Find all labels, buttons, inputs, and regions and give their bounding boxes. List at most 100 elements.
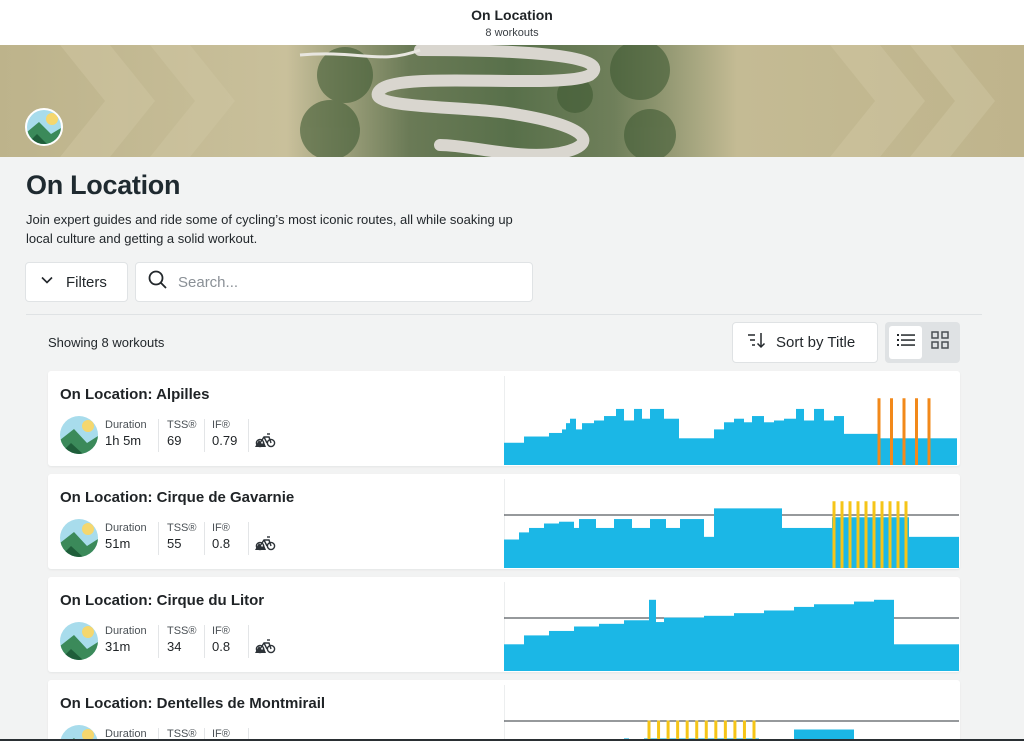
hero-banner [0,45,1024,157]
profile-bar [524,635,549,671]
profile-bar [562,429,566,465]
tss-stat: TSS® 34 [167,625,197,654]
profile-bar [656,622,664,671]
header-title: On Location [471,7,553,23]
workout-card[interactable]: On Location: Alpilles Duration 1h 5m TSS… [48,371,960,466]
profile-bar [549,432,562,465]
profile-bar [582,423,594,465]
profile-bar [924,644,959,671]
tss-value: 55 [167,536,182,551]
workout-profile-graph [504,501,959,568]
tss-label: TSS® [167,625,197,637]
stat-divider [158,522,159,555]
list-view-button[interactable] [889,326,922,359]
duration-stat: Duration 51m [105,522,147,551]
sort-button[interactable]: Sort by Title [732,322,878,363]
page-title: On Location [26,170,181,200]
profile-bar [664,418,679,465]
profile-bar [894,644,924,671]
profile-bar [574,527,579,568]
workout-profile-graph [504,599,959,671]
profile-bar [642,418,650,465]
profile-bar [594,420,604,465]
if-value: 0.8 [212,536,231,551]
filters-button[interactable]: Filters [25,262,128,302]
profile-bar [624,620,649,671]
profile-bar [874,599,894,671]
header-subtitle: 8 workouts [485,27,539,39]
workout-title: On Location: Cirque du Litor [60,592,265,609]
interval-bar [666,720,670,741]
stat-divider [204,419,205,452]
interval-bar [856,501,860,568]
profile-bar [814,604,854,671]
profile-bar [649,599,656,671]
duration-stat: Duration 31m [105,625,147,654]
workout-thumbnail [60,622,98,660]
profile-bar [734,418,744,465]
profile-bar [544,523,559,568]
if-label: IF® [212,522,230,534]
search-icon [148,270,168,295]
profile-bar [734,613,764,671]
profile-bar [796,408,804,465]
outdoor-cycling-icon [255,535,277,556]
interval-bar [864,501,868,568]
interval-bar [695,720,699,741]
workout-profile-graph [504,720,959,741]
profile-bar [834,416,844,465]
workout-card[interactable]: On Location: Cirque de Gavarnie Duration… [48,474,960,569]
duration-value: 1h 5m [105,433,142,448]
profile-bar [804,420,814,465]
workout-card[interactable]: On Location: Cirque du Litor Duration 31… [48,577,960,672]
interval-bar [832,501,836,568]
profile-bar [574,626,599,671]
profile-bar [774,420,784,465]
profile-bar [576,429,582,465]
interval-bar [704,720,708,741]
if-stat: IF® 0.8 [212,522,230,551]
profile-bar [854,601,874,671]
interval-bar [723,720,727,741]
if-stat: IF® 0.8 [212,625,230,654]
profile-bar [599,623,624,671]
profile-bar [764,610,794,671]
workout-title: On Location: Dentelles de Montmirail [60,695,326,712]
tss-value: 69 [167,433,182,448]
profile-bar [504,539,519,568]
profile-bar [664,617,704,671]
interval-bar [902,398,906,465]
workout-thumbnail [60,416,98,454]
profile-bar [679,438,714,465]
duration-value: 51m [105,536,131,551]
profile-bar [579,519,596,568]
profile-bar [524,436,549,465]
interval-bar [742,720,746,741]
list-icon [896,332,915,353]
interval-bar [685,720,689,741]
stat-divider [248,625,249,658]
duration-label: Duration [105,625,147,637]
profile-bar [559,521,574,568]
tss-stat: TSS® 55 [167,522,197,551]
profile-bar [844,433,869,465]
tss-label: TSS® [167,522,197,534]
search-input[interactable] [178,273,508,291]
profile-bar [549,630,574,671]
stat-divider [204,522,205,555]
profile-bar [714,508,782,568]
workout-thumbnail [60,519,98,557]
sort-label: Sort by Title [776,334,856,351]
profile-bar [614,519,632,568]
profile-bar [782,527,832,568]
profile-bar [704,615,734,671]
filters-label: Filters [66,273,107,291]
workout-card[interactable]: On Location: Dentelles de Montmirail Dur… [48,680,960,741]
profile-bar [794,606,814,671]
interval-bar [840,501,844,568]
workout-profile-graph [504,398,957,465]
search-box[interactable] [135,262,533,302]
divider [26,314,982,315]
grid-view-button[interactable] [923,326,956,359]
interval-bar [647,720,651,741]
